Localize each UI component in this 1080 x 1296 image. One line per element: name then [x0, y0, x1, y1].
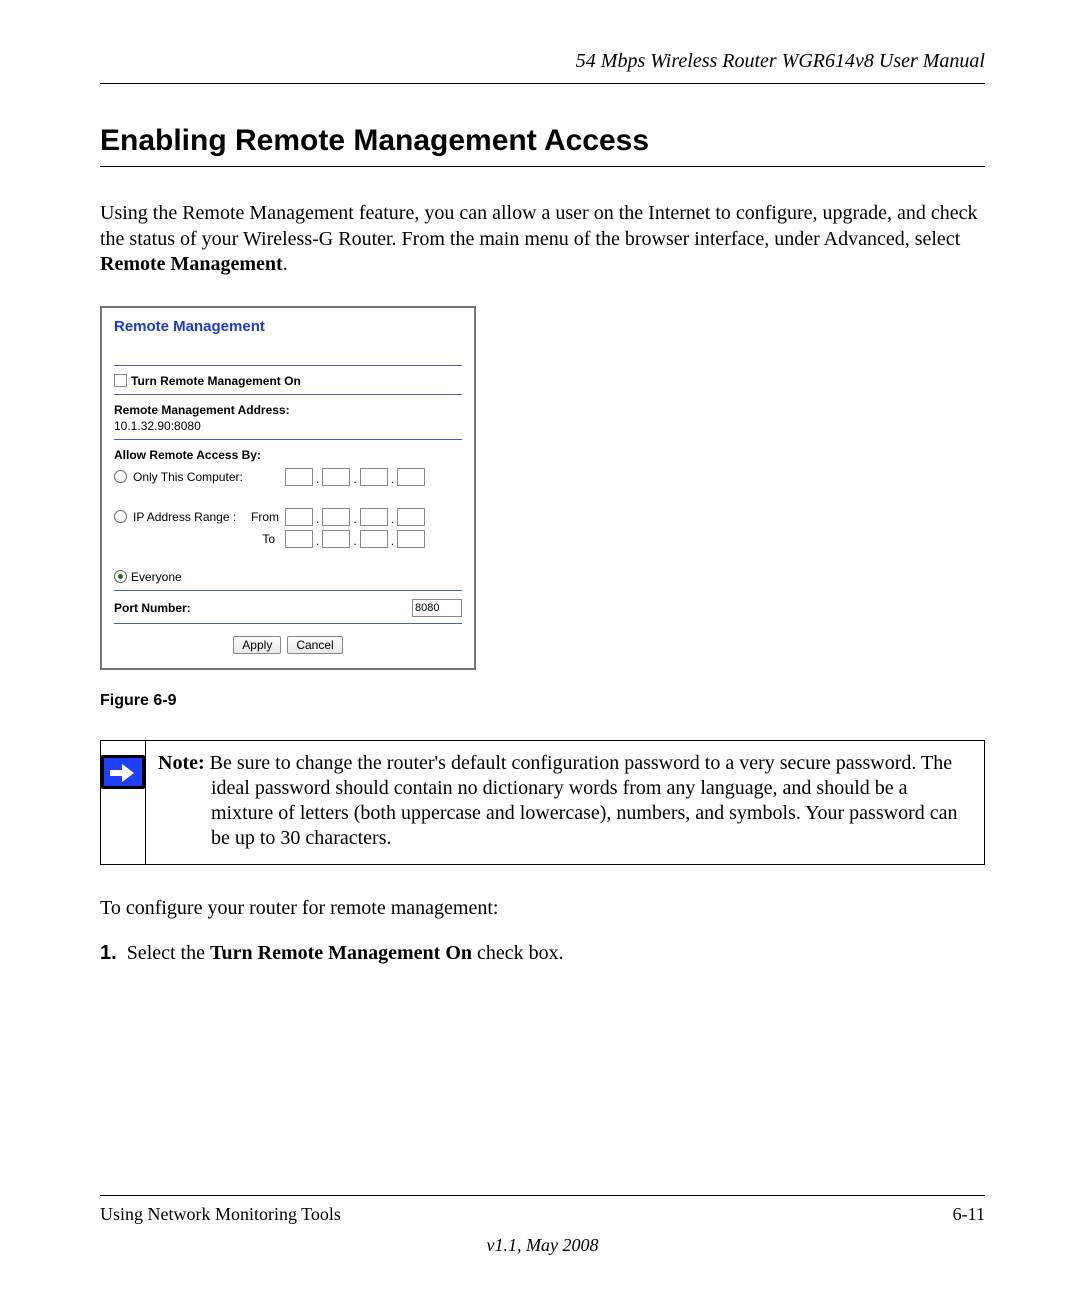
divider [114, 623, 462, 624]
step-text-a: Select the [127, 942, 210, 964]
arrow-right-icon [101, 755, 145, 789]
turn-remote-on-checkbox[interactable] [114, 374, 127, 387]
divider [114, 439, 462, 440]
divider [114, 394, 462, 395]
intro-tail: . [283, 253, 288, 275]
to-label: To [114, 532, 279, 546]
ip-octet-input[interactable] [397, 508, 425, 526]
port-number-input[interactable]: 8080 [412, 599, 462, 617]
footer-line: Using Network Monitoring Tools 6-11 [100, 1195, 985, 1225]
divider [114, 590, 462, 591]
cancel-button[interactable]: Cancel [287, 636, 342, 654]
ip-octet-input[interactable] [397, 468, 425, 486]
allow-access-label: Allow Remote Access By: [114, 448, 462, 462]
ip-range-label: IP Address Range : [133, 510, 236, 524]
footer-version: v1.1, May 2008 [100, 1235, 985, 1256]
note-icon-cell [101, 741, 146, 864]
ip-octet-input[interactable] [360, 468, 388, 486]
apply-button[interactable]: Apply [233, 636, 281, 654]
panel-title: Remote Management [114, 318, 462, 335]
button-row: Apply Cancel [114, 636, 462, 654]
step-text-c: check box. [472, 942, 564, 964]
note-prefix: Note: [158, 752, 210, 774]
ip-octet-input[interactable] [322, 508, 350, 526]
running-header: 54 Mbps Wireless Router WGR614v8 User Ma… [100, 50, 985, 84]
only-this-label: Only This Computer: [133, 470, 243, 484]
ip-range-from-inputs: . . . [285, 508, 425, 526]
turn-remote-on-label: Turn Remote Management On [131, 374, 301, 388]
footer-page-number: 6-11 [953, 1204, 985, 1225]
ip-range-to-inputs: . . . [285, 530, 425, 548]
ip-range-from-row: IP Address Range : From . . . [114, 508, 462, 526]
intro-text: Using the Remote Management feature, you… [100, 202, 977, 250]
remote-address-label: Remote Management Address: [114, 403, 462, 417]
intro-paragraph: Using the Remote Management feature, you… [100, 201, 985, 278]
note-box: Note: Be sure to change the router's def… [100, 740, 985, 865]
manual-page: 54 Mbps Wireless Router WGR614v8 User Ma… [0, 0, 1080, 1296]
remote-management-panel: Remote Management Turn Remote Management… [100, 306, 476, 670]
ip-octet-input[interactable] [397, 530, 425, 548]
turn-remote-on-row: Turn Remote Management On [114, 374, 462, 388]
everyone-label: Everyone [131, 570, 182, 584]
only-this-computer-row: Only This Computer: . . . [114, 468, 462, 486]
ip-octet-input[interactable] [285, 530, 313, 548]
note-body: Be sure to change the router's default c… [210, 752, 958, 850]
step-1: 1. Select the Turn Remote Management On … [100, 942, 985, 965]
intro-bold: Remote Management [100, 253, 283, 275]
step-number: 1. [100, 942, 117, 964]
ip-octet-input[interactable] [360, 530, 388, 548]
ip-octet-input[interactable] [360, 508, 388, 526]
from-label: From [251, 510, 279, 524]
ip-octet-input[interactable] [285, 508, 313, 526]
port-number-label: Port Number: [114, 601, 191, 615]
port-number-row: Port Number: 8080 [114, 599, 462, 617]
ip-octet-input[interactable] [285, 468, 313, 486]
ip-range-radio[interactable] [114, 510, 127, 523]
ip-octet-input[interactable] [322, 468, 350, 486]
note-text: Note: Be sure to change the router's def… [146, 741, 984, 864]
configure-intro: To configure your router for remote mana… [100, 897, 985, 920]
everyone-radio[interactable] [114, 570, 127, 583]
only-this-ip-inputs: . . . [285, 468, 425, 486]
footer-section: Using Network Monitoring Tools [100, 1204, 341, 1225]
section-heading: Enabling Remote Management Access [100, 124, 985, 167]
everyone-row: Everyone [114, 570, 462, 584]
ip-range-to-row: To . . . [114, 530, 462, 548]
step-text-bold: Turn Remote Management On [210, 942, 472, 964]
figure-screenshot: Remote Management Turn Remote Management… [100, 306, 985, 710]
figure-caption: Figure 6-9 [100, 692, 985, 710]
ip-octet-input[interactable] [322, 530, 350, 548]
remote-address-value: 10.1.32.90:8080 [114, 419, 462, 433]
page-footer: Using Network Monitoring Tools 6-11 v1.1… [100, 1195, 985, 1256]
radio-dot-icon [118, 574, 123, 579]
only-this-radio[interactable] [114, 470, 127, 483]
divider [114, 365, 462, 366]
